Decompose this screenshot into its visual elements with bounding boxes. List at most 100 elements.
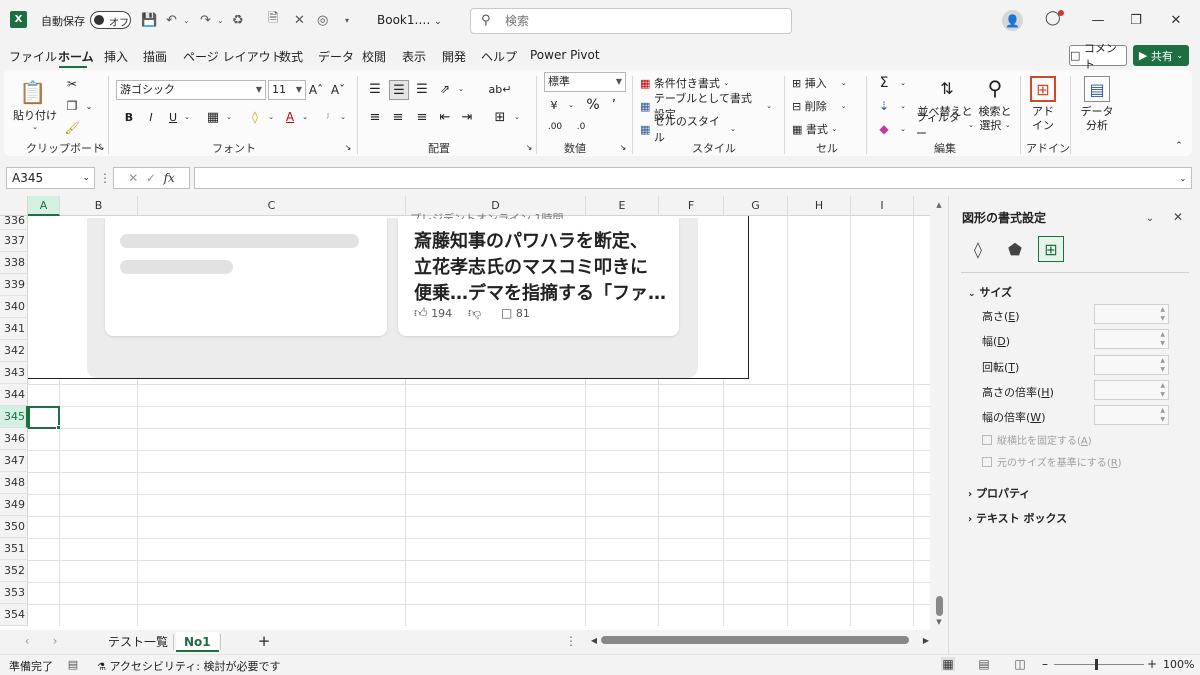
number-launcher-icon[interactable]: ↘ xyxy=(618,142,628,152)
copy-dropdown-icon[interactable]: ⌄ xyxy=(84,100,94,112)
increase-font-icon[interactable]: Aˆ xyxy=(308,80,324,100)
addins-icon[interactable]: ⊞ xyxy=(1030,76,1056,102)
fill-color-icon[interactable]: ◊ xyxy=(246,108,264,126)
fill-dropdown-icon[interactable]: ⌄ xyxy=(898,97,908,115)
paste-icon[interactable]: 📋 xyxy=(18,78,48,108)
font-name-combo[interactable]: 游ゴシック ▼ xyxy=(116,80,266,100)
scroll-down-icon[interactable]: ▼ xyxy=(933,616,945,628)
height-input[interactable]: ▲ ▼ xyxy=(1094,304,1169,324)
zoom-level[interactable]: 100% xyxy=(1163,658,1194,671)
normal-view-icon[interactable]: ▦ xyxy=(941,657,955,671)
data-analysis-label-2[interactable]: 分析 xyxy=(1078,118,1116,132)
increase-decimal-icon[interactable]: .00 xyxy=(544,118,566,136)
document-title[interactable]: Book1.… ⌄ xyxy=(377,13,442,27)
page-break-view-icon[interactable]: ◫ xyxy=(1013,657,1027,671)
paste-button-label[interactable]: 貼り付け xyxy=(12,108,58,122)
borders-dropdown-icon[interactable]: ⌄ xyxy=(224,108,234,126)
merge-center-icon[interactable]: ⊞ xyxy=(490,108,510,126)
tab-developer[interactable]: 開発 xyxy=(442,48,466,65)
rotation-input[interactable]: ▲ ▼ xyxy=(1094,355,1169,375)
paste-dropdown-icon[interactable]: ⌄ xyxy=(30,122,40,132)
underline-dropdown-icon[interactable]: ⌄ xyxy=(182,108,192,126)
format-cells-button[interactable]: ▦ 書式 ⌄ xyxy=(792,120,848,138)
undo-dropdown-icon[interactable]: ⌄ xyxy=(183,10,190,30)
target-icon[interactable]: ◎ xyxy=(317,10,328,30)
decrease-font-icon[interactable]: Aˇ xyxy=(330,80,346,100)
font-launcher-icon[interactable]: ↘ xyxy=(343,142,353,152)
effects-tab-icon[interactable]: ⬟ xyxy=(1002,236,1028,262)
horizontal-scroll-thumb[interactable] xyxy=(601,636,909,644)
tab-help[interactable]: ヘルプ xyxy=(481,48,517,65)
align-top-icon[interactable]: ☰ xyxy=(366,80,384,98)
column-header-h[interactable]: H xyxy=(788,196,851,216)
close-doc-icon[interactable]: ✕ xyxy=(294,10,305,30)
size-section-header[interactable]: ⌄ サイズ xyxy=(968,284,1012,300)
row-header[interactable]: 348 xyxy=(0,472,28,494)
zoom-slider-thumb[interactable] xyxy=(1095,659,1098,670)
decrease-indent-icon[interactable]: ⇤ xyxy=(436,108,454,126)
zoom-in-icon[interactable]: + xyxy=(1147,657,1157,671)
column-header-f[interactable]: F xyxy=(659,196,724,216)
merge-dropdown-icon[interactable]: ⌄ xyxy=(512,108,522,126)
share-button[interactable]: ▶ 共有 ⌄ xyxy=(1133,45,1189,66)
clear-icon[interactable]: ◆ xyxy=(876,120,892,138)
formula-bar-grip-icon[interactable]: ⋮ xyxy=(99,170,111,186)
cancel-entry-icon[interactable]: ✕ xyxy=(128,171,138,185)
fill-handle[interactable] xyxy=(56,425,61,430)
row-header[interactable]: 351 xyxy=(0,538,28,560)
undo-icon[interactable]: ↶ xyxy=(166,10,177,30)
row-header[interactable]: 338 xyxy=(0,252,28,274)
cell-styles-button[interactable]: ▦ セルのスタイル ⌄ xyxy=(640,115,736,144)
tab-home[interactable]: ホーム xyxy=(58,48,94,65)
align-bottom-icon[interactable]: ☰ xyxy=(413,80,431,98)
row-header[interactable]: 342 xyxy=(0,340,28,362)
phonetic-icon[interactable]: ᴶ xyxy=(320,108,336,126)
comma-icon[interactable]: ’ xyxy=(608,96,620,114)
font-color-icon[interactable]: A xyxy=(282,108,298,126)
align-left-icon[interactable]: ≡ xyxy=(366,108,384,126)
underline-icon[interactable]: U xyxy=(166,108,180,126)
save-icon[interactable]: 💾 xyxy=(141,10,157,30)
wrap-text-icon[interactable]: ab↵ xyxy=(489,80,512,98)
textbox-section-header[interactable]: › テキスト ボックス xyxy=(968,510,1067,526)
row-header[interactable]: 352 xyxy=(0,560,28,582)
restore-icon[interactable]: ❐ xyxy=(1123,8,1149,32)
tab-file[interactable]: ファイル xyxy=(9,48,57,65)
scale-height-input[interactable]: ▲ ▼ xyxy=(1094,380,1169,400)
decrease-decimal-icon[interactable]: .0 xyxy=(570,118,592,136)
column-header-g[interactable]: G xyxy=(724,196,788,216)
clipboard-qa-icon[interactable]: ♻ xyxy=(232,10,244,30)
add-sheet-icon[interactable]: + xyxy=(256,632,272,650)
tab-insert[interactable]: 挿入 xyxy=(104,48,128,65)
find-select-icon[interactable]: ⚲ xyxy=(980,74,1010,102)
clipboard-launcher-icon[interactable]: ↘ xyxy=(96,142,106,152)
autosum-icon[interactable]: Σ xyxy=(876,74,892,92)
name-box[interactable]: A345 ⌄ xyxy=(6,167,95,189)
format-painter-icon[interactable]: 🖌 xyxy=(64,120,80,136)
minimize-icon[interactable]: — xyxy=(1085,8,1111,32)
comment-button[interactable]: □ コメント xyxy=(1069,42,1127,71)
row-header[interactable]: 353 xyxy=(0,582,28,604)
scroll-right-icon[interactable]: ▶ xyxy=(921,634,931,646)
tab-review[interactable]: 校閲 xyxy=(362,48,386,65)
data-analysis-icon[interactable]: ▤ xyxy=(1084,76,1110,102)
tab-formulas[interactable]: 数式 xyxy=(279,48,303,65)
row-header[interactable]: 347 xyxy=(0,450,28,472)
fill-line-tab-icon[interactable]: ◊ xyxy=(965,236,991,262)
fill-icon[interactable]: ⇣ xyxy=(876,97,892,115)
lock-aspect-checkbox[interactable]: 縦横比を固定する(A) xyxy=(982,432,1092,447)
redo-dropdown-icon[interactable]: ⌄ xyxy=(217,10,224,30)
prev-sheet-icon[interactable]: ‹ xyxy=(20,633,34,649)
column-header-a[interactable]: A xyxy=(28,196,60,216)
column-header-i[interactable]: I xyxy=(851,196,914,216)
phonetic-dropdown-icon[interactable]: ⌄ xyxy=(338,108,348,126)
next-sheet-icon[interactable]: › xyxy=(48,633,62,649)
insert-cells-button[interactable]: ⊞ 挿入 ⌄ xyxy=(792,74,856,92)
orientation-icon[interactable]: ⇗ xyxy=(436,80,454,98)
column-header-c[interactable]: C xyxy=(138,196,406,216)
data-analysis-label-1[interactable]: データ xyxy=(1078,104,1116,118)
accessibility-status[interactable]: ⚗ アクセシビリティ: 検討が必要です xyxy=(97,658,280,674)
currency-icon[interactable]: ¥ xyxy=(544,96,564,114)
sort-filter-label-2[interactable]: フィルター ⌄ xyxy=(916,111,974,140)
scroll-left-icon[interactable]: ◀ xyxy=(589,634,599,646)
